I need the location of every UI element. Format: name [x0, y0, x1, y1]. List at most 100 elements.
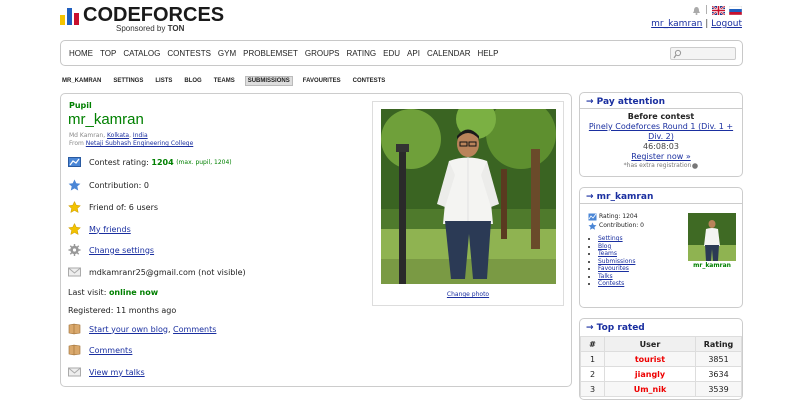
- menu-problemset[interactable]: PROBLEMSET: [243, 49, 298, 58]
- contest-rating-row: Contest rating: 1204 (max. pupil, 1204): [68, 156, 232, 168]
- star-gold-icon: [68, 201, 81, 213]
- change-photo-link[interactable]: Change photo: [447, 291, 489, 298]
- table-row: 2 jiangly 3634: [580, 366, 742, 382]
- sidebar-link-blog[interactable]: Blog: [598, 243, 611, 250]
- before-contest-label: Before contest: [627, 112, 695, 121]
- tab-blog[interactable]: BLOG: [182, 77, 203, 85]
- city-link[interactable]: Kolkata: [107, 132, 129, 139]
- profile-box: Pupil mr_kamran Md Kamran, Kolkata, Indi…: [60, 93, 572, 387]
- sidebar-link-settings[interactable]: Settings: [598, 235, 623, 242]
- sidebar-link-teams[interactable]: Teams: [598, 250, 617, 257]
- table-row: 3 Um_nik 3539: [580, 381, 742, 397]
- menu-rating[interactable]: RATING: [347, 49, 377, 58]
- menu-contests[interactable]: CONTESTS: [167, 49, 211, 58]
- avatar-photo: [381, 109, 556, 284]
- tab-submissions[interactable]: SUBMISSIONS: [244, 76, 293, 86]
- user-box-links: Settings Blog Teams Submissions Favourit…: [598, 235, 635, 288]
- header-user-area: | mr_kamran | Logout: [651, 5, 742, 29]
- countdown-timer: 46:08:03: [643, 142, 679, 151]
- logo-text: CODEFORCES: [83, 4, 225, 26]
- user-location: Md Kamran, Kolkata, India From Netaji Su…: [69, 132, 194, 147]
- sidebar-link-talks[interactable]: Talks: [598, 273, 613, 280]
- email-row: mdkamranr25@gmail.com (not visible): [68, 266, 246, 278]
- col-rank-header: #: [580, 336, 605, 352]
- top-rated-title: → Top rated: [586, 323, 645, 333]
- comments-icon: [68, 344, 81, 356]
- registered-row: Registered: 11 months ago: [68, 306, 177, 315]
- bell-icon[interactable]: [692, 6, 701, 15]
- tab-lists[interactable]: LISTS: [153, 77, 174, 85]
- tab-contests[interactable]: CONTESTS: [351, 77, 388, 85]
- sidebar-link-submissions[interactable]: Submissions: [598, 258, 635, 265]
- col-rating-header: Rating: [695, 336, 742, 352]
- talks-row: View my talks: [68, 366, 145, 378]
- rating-chart-icon: [68, 157, 81, 167]
- register-now-link[interactable]: Register now »: [631, 152, 690, 161]
- top-rated-table: # User Rating 1 tourist 3851 2 jiangly 3…: [580, 336, 742, 397]
- sidebar-link-favourites[interactable]: Favourites: [598, 265, 629, 272]
- start-blog-link[interactable]: Start your own blog: [89, 325, 168, 334]
- friend-of-row: Friend of: 6 users: [68, 201, 158, 213]
- menu-groups[interactable]: GROUPS: [305, 49, 340, 58]
- envelope-icon: [68, 267, 81, 277]
- main-menu: HOME TOP CATALOG CONTESTS GYM PROBLEMSET…: [60, 40, 743, 66]
- sidebar-link-contests[interactable]: Contests: [598, 280, 624, 287]
- contest-name-link[interactable]: Pinely Codeforces Round 1 (Div. 1 + Div.…: [589, 122, 733, 141]
- rating-chart-small-icon: [588, 213, 597, 220]
- extra-registration-note: *has extra registration: [580, 162, 742, 169]
- user-rank: Pupil: [69, 101, 92, 110]
- english-flag-icon[interactable]: [712, 5, 725, 15]
- tab-settings[interactable]: SETTINGS: [111, 77, 145, 85]
- user-links: mr_kamran | Logout: [651, 19, 742, 29]
- my-friends-row: My friends: [68, 223, 131, 235]
- language-flags: |: [651, 5, 742, 15]
- country-link[interactable]: India: [133, 132, 148, 139]
- menu-catalog[interactable]: CATALOG: [123, 49, 160, 58]
- profile-link[interactable]: mr_kamran: [651, 19, 702, 29]
- change-settings-link[interactable]: Change settings: [89, 246, 154, 255]
- tab-teams[interactable]: TEAMS: [212, 77, 237, 85]
- tab-profile[interactable]: MR_KAMRAN: [60, 77, 103, 85]
- avatar-photo-image: [381, 109, 556, 284]
- comments-row: Comments: [68, 344, 132, 356]
- menu-help[interactable]: HELP: [478, 49, 499, 58]
- menu-calendar[interactable]: CALENDAR: [427, 49, 471, 58]
- help-icon[interactable]: [692, 162, 699, 169]
- comments-link[interactable]: Comments: [89, 346, 132, 355]
- star-small-icon: [588, 222, 597, 230]
- logout-link[interactable]: Logout: [711, 19, 742, 29]
- change-settings-row: Change settings: [68, 244, 154, 256]
- menu-api[interactable]: API: [407, 49, 420, 58]
- sponsor-text: Sponsored by TON: [116, 24, 185, 33]
- sidebar-avatar[interactable]: [688, 213, 736, 261]
- search-input[interactable]: [670, 47, 736, 60]
- profile-submenu: MR_KAMRAN SETTINGS LISTS BLOG TEAMS SUBM…: [60, 76, 395, 86]
- logo-bars-icon: [60, 8, 79, 25]
- user-link-um-nik[interactable]: Um_nik: [634, 385, 667, 394]
- blog-comments-link[interactable]: Comments: [173, 325, 216, 334]
- pay-attention-box: → Pay attention Before contest Pinely Co…: [579, 92, 743, 177]
- codeforces-logo[interactable]: CODEFORCES: [60, 5, 224, 25]
- sidebar-avatar-name: mr_kamran: [693, 262, 731, 269]
- user-box-stats: Rating: 1204 Contribution: 0: [588, 212, 644, 230]
- user-link-jiangly[interactable]: jiangly: [635, 370, 665, 379]
- header: CODEFORCES Sponsored by TON | mr_kamran …: [60, 5, 750, 37]
- tab-favourites[interactable]: FAVOURITES: [301, 77, 343, 85]
- contest-rating-value: 1204: [151, 157, 174, 167]
- menu-top[interactable]: TOP: [100, 49, 116, 58]
- blog-icon: [68, 323, 81, 335]
- contribution-row: Contribution: 0: [68, 179, 149, 191]
- menu-gym[interactable]: GYM: [218, 49, 236, 58]
- menu-home[interactable]: HOME: [69, 49, 93, 58]
- view-talks-link[interactable]: View my talks: [89, 368, 145, 377]
- user-link-tourist[interactable]: tourist: [635, 355, 665, 364]
- organization-link[interactable]: Netaji Subhash Engineering College: [86, 140, 193, 147]
- pay-attention-title: → Pay attention: [580, 93, 742, 109]
- gear-icon: [68, 244, 81, 256]
- menu-edu[interactable]: EDU: [383, 49, 400, 58]
- star-gold-icon: [68, 223, 81, 235]
- russian-flag-icon[interactable]: [729, 5, 742, 15]
- online-status: online now: [108, 288, 159, 297]
- pay-attention-content: Before contest Pinely Codeforces Round 1…: [580, 109, 742, 169]
- my-friends-link[interactable]: My friends: [89, 225, 131, 234]
